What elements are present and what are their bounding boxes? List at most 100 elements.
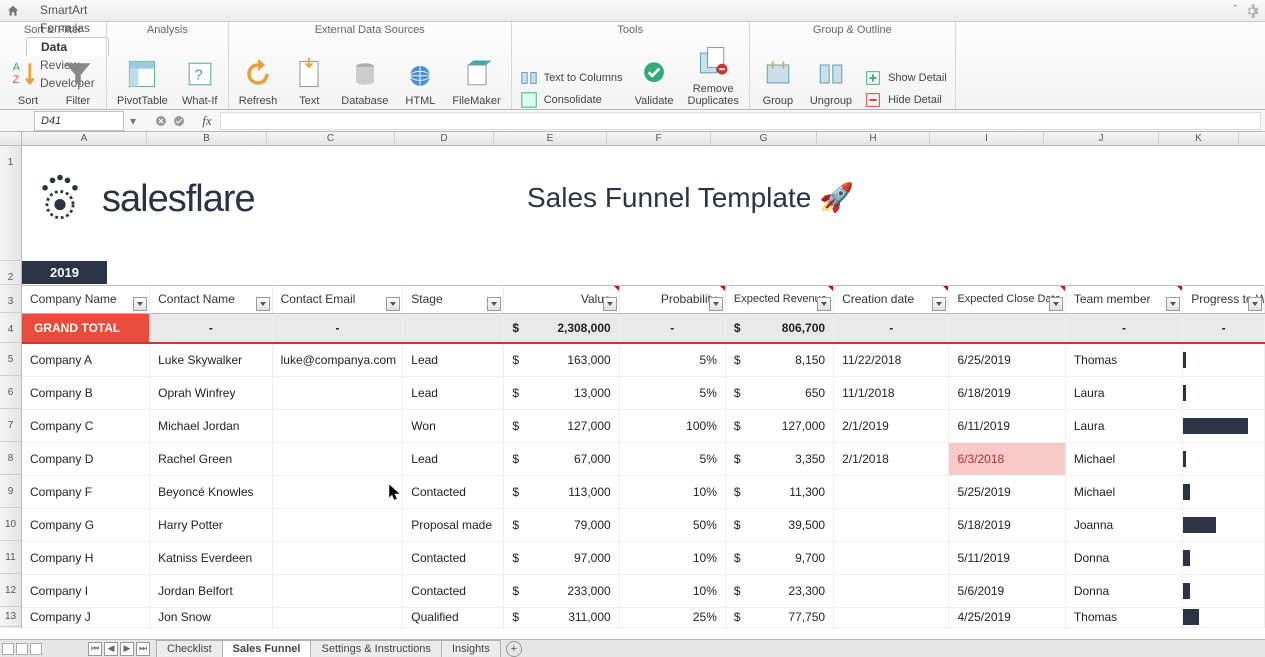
cell[interactable]: 10% [619,475,725,508]
sheet-tab[interactable]: Insights [441,640,501,657]
cell[interactable]: 5% [619,343,725,376]
cell[interactable]: $163,000 [504,343,619,376]
table-row[interactable]: Company HKatniss EverdeenContacted$97,00… [22,541,1265,574]
cell[interactable] [272,409,403,442]
cell[interactable]: Company D [22,442,150,475]
cell[interactable]: Proposal made [403,508,504,541]
name-box[interactable] [34,111,124,131]
cell[interactable]: Company A [22,343,150,376]
cell[interactable]: $39,500 [725,508,833,541]
sheet-tab[interactable]: Settings & Instructions [310,640,441,657]
show-detail-button[interactable]: Show Detail [864,69,947,87]
cell[interactable]: $23,300 [725,574,833,607]
group-button[interactable]: Group [758,54,798,109]
cell[interactable]: luke@companya.com [272,343,403,376]
cell[interactable]: Company I [22,574,150,607]
add-sheet-button[interactable]: + [506,641,522,657]
pivottable-button[interactable]: PivotTable [115,54,170,109]
cell[interactable] [834,607,949,627]
cell[interactable]: Katniss Everdeen [150,541,273,574]
cell[interactable]: $77,750 [725,607,833,627]
cell[interactable]: Company J [22,607,150,627]
remove-duplicates-button[interactable]: Remove Duplicates [686,42,741,109]
cell[interactable] [834,475,949,508]
filter-dropdown-button[interactable] [709,297,723,311]
table-row[interactable]: Company JJon SnowQualified$311,00025%$77… [22,607,1265,627]
cancel-formula-icon[interactable] [152,112,170,130]
whatif-button[interactable]: ?What-If [180,54,220,109]
cell[interactable]: Donna [1065,541,1182,574]
filter-dropdown-button[interactable] [1049,297,1063,311]
cell[interactable]: $127,000 [725,409,833,442]
sheet-nav-last[interactable]: ⏭ [136,642,150,656]
cell[interactable]: Lead [403,376,504,409]
cell[interactable]: Lead [403,442,504,475]
cell[interactable] [834,541,949,574]
cell[interactable]: 100% [619,409,725,442]
row-head[interactable]: 2 [0,261,21,285]
fx-icon[interactable]: fx [198,112,216,130]
cell[interactable]: 4/25/2019 [949,607,1065,627]
cell[interactable]: 11/1/2018 [834,376,949,409]
cell[interactable]: $9,700 [725,541,833,574]
text-to-columns-button[interactable]: Text to Columns [520,69,623,87]
cell[interactable] [272,541,403,574]
row-head[interactable]: 9 [0,475,21,508]
cell[interactable]: 6/25/2019 [949,343,1065,376]
row-head[interactable]: 12 [0,574,21,607]
table-row[interactable]: Company ALuke Skywalkerluke@companya.com… [22,343,1265,376]
cell[interactable]: $311,000 [504,607,619,627]
view-mode-icons[interactable] [2,643,42,655]
refresh-button[interactable]: Refresh [237,54,280,109]
consolidate-button[interactable]: Consolidate [520,91,623,109]
cell[interactable]: Laura [1065,409,1182,442]
validate-button[interactable]: Validate [633,54,676,109]
row-head[interactable]: 4 [0,313,21,343]
cell[interactable]: Michael [1065,442,1182,475]
cell[interactable]: 5% [619,376,725,409]
row-head[interactable]: 13 [0,607,21,627]
cell[interactable]: Qualified [403,607,504,627]
cell[interactable]: 2/1/2018 [834,442,949,475]
cell[interactable] [834,508,949,541]
table-row[interactable]: Company BOprah WinfreyLead$13,0005%$6501… [22,376,1265,409]
cell[interactable]: Michael [1065,475,1182,508]
gear-icon[interactable] [1245,4,1259,18]
cell[interactable]: 6/18/2019 [949,376,1065,409]
ungroup-button[interactable]: Ungroup [808,54,854,109]
cell[interactable]: 5/18/2019 [949,508,1065,541]
row-head[interactable]: 6 [0,376,21,409]
cell[interactable]: 10% [619,574,725,607]
cell[interactable]: 5% [619,442,725,475]
filter-dropdown-button[interactable] [817,297,831,311]
text-import-button[interactable]: Text [289,54,329,109]
row-head[interactable]: 3 [0,285,21,313]
filter-button[interactable]: Filter [58,54,98,109]
cell[interactable] [272,508,403,541]
cell[interactable]: 5/25/2019 [949,475,1065,508]
cell[interactable]: Beyoncé Knowles [150,475,273,508]
cell[interactable]: 6/11/2019 [949,409,1065,442]
table-row[interactable]: Company GHarry PotterProposal made$79,00… [22,508,1265,541]
row-head[interactable]: 5 [0,343,21,376]
filter-dropdown-button[interactable] [386,297,400,311]
cell[interactable]: 10% [619,541,725,574]
row-head[interactable]: 7 [0,409,21,442]
filter-dropdown-button[interactable] [1248,297,1262,311]
cell[interactable]: Contacted [403,574,504,607]
table-row[interactable]: Company FBeyoncé KnowlesContacted$113,00… [22,475,1265,508]
sheet-tab[interactable]: Checklist [156,640,223,657]
cell[interactable] [834,574,949,607]
filter-dropdown-button[interactable] [932,297,946,311]
row-head[interactable]: 10 [0,508,21,541]
cell[interactable]: Company C [22,409,150,442]
col-head[interactable]: E [494,132,607,145]
cell[interactable]: Company G [22,508,150,541]
sheet-nav-prev[interactable]: ◀ [104,642,118,656]
cell[interactable]: Contacted [403,475,504,508]
name-box-dropdown[interactable]: ▾ [124,112,142,130]
col-head[interactable]: I [930,132,1044,145]
cell[interactable]: Lead [403,343,504,376]
sheet-nav-first[interactable]: ⏮ [88,642,102,656]
cell[interactable]: $650 [725,376,833,409]
